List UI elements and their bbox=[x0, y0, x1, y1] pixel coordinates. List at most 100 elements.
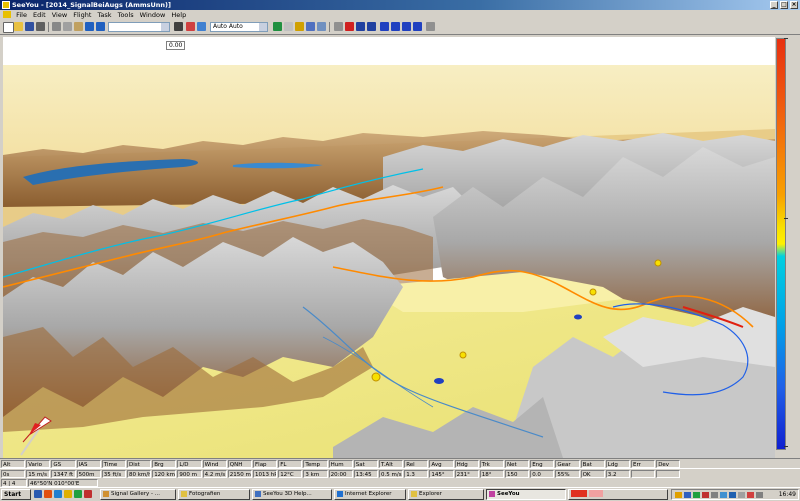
status-label-cell: FL bbox=[278, 460, 303, 468]
start-button[interactable]: Start bbox=[1, 489, 31, 500]
marker-icon[interactable] bbox=[186, 22, 195, 31]
menu-help[interactable]: Help bbox=[171, 11, 186, 19]
speed-icon[interactable] bbox=[426, 22, 435, 31]
turnpoint-marker[interactable] bbox=[654, 259, 662, 267]
back-icon[interactable] bbox=[391, 22, 400, 31]
sun-icon[interactable] bbox=[295, 22, 304, 31]
status-label-cell: Net bbox=[505, 460, 530, 468]
zoom-out-icon[interactable] bbox=[96, 22, 105, 31]
status-label-cell: Rel bbox=[404, 460, 429, 468]
status-value-cell: 13:45 bbox=[353, 470, 378, 478]
status-value-cell: 0.0 bbox=[530, 470, 555, 478]
rewind-icon[interactable] bbox=[334, 22, 343, 31]
app-icon[interactable] bbox=[2, 1, 10, 9]
step-back-icon[interactable] bbox=[380, 22, 389, 31]
zoom-combo[interactable] bbox=[108, 22, 170, 32]
new-icon[interactable] bbox=[3, 22, 14, 33]
play-icon[interactable] bbox=[402, 22, 411, 31]
status-label-cell: Sat bbox=[353, 460, 378, 468]
task-explorer[interactable]: Explorer bbox=[408, 489, 484, 500]
browser-icon[interactable] bbox=[54, 490, 62, 498]
status-value-cell: 120 km/h bbox=[152, 470, 177, 478]
arrow-tool-icon[interactable] bbox=[174, 22, 183, 31]
pause-icon[interactable] bbox=[356, 22, 365, 31]
record-icon[interactable] bbox=[345, 22, 354, 31]
3d-viewport[interactable]: 0.00 bbox=[3, 37, 775, 458]
task-icon bbox=[255, 491, 261, 497]
seeyou-icon bbox=[489, 491, 495, 497]
task-slot[interactable] bbox=[568, 489, 668, 500]
tray-icon[interactable] bbox=[720, 492, 727, 498]
task-fotografien[interactable]: Fotografien bbox=[178, 489, 250, 500]
task-browser[interactable]: Internet Explorer bbox=[334, 489, 406, 500]
open-icon[interactable] bbox=[14, 22, 23, 31]
browser-icon bbox=[337, 491, 343, 497]
tray-icon[interactable] bbox=[747, 492, 754, 498]
tray-icon[interactable] bbox=[711, 492, 718, 498]
turnpoint-marker[interactable] bbox=[459, 351, 467, 359]
airport-marker[interactable] bbox=[574, 314, 582, 320]
camera-icon[interactable] bbox=[306, 22, 315, 31]
desktop-icon[interactable] bbox=[34, 490, 42, 498]
nav-counter[interactable]: 4 | 4 bbox=[1, 479, 27, 487]
maximize-button[interactable]: □ bbox=[780, 1, 788, 9]
cut-icon[interactable] bbox=[52, 22, 61, 31]
tray-icon[interactable] bbox=[693, 492, 700, 498]
task-help[interactable]: SeeYou 3D Help... bbox=[252, 489, 332, 500]
status-label-cell: Dev bbox=[656, 460, 681, 468]
print-icon[interactable] bbox=[36, 22, 45, 31]
clock[interactable]: 16:49 bbox=[779, 490, 796, 499]
menu-tools[interactable]: Tools bbox=[118, 11, 134, 19]
status-value-cell: 1.3 bbox=[404, 470, 429, 478]
volume-icon[interactable] bbox=[756, 492, 763, 498]
status-value-cell: 3 km bbox=[303, 470, 328, 478]
airport-marker[interactable] bbox=[434, 378, 444, 384]
turnpoint-marker[interactable] bbox=[371, 372, 381, 382]
zoom-in-icon[interactable] bbox=[85, 22, 94, 31]
menu-window[interactable]: Window bbox=[140, 11, 166, 19]
task-seeyou[interactable]: SeeYou bbox=[486, 489, 566, 500]
menu-task[interactable]: Task bbox=[97, 11, 111, 19]
folder-icon[interactable] bbox=[64, 490, 72, 498]
minimize-button[interactable]: _ bbox=[770, 1, 778, 9]
quick-launch-icon[interactable] bbox=[44, 490, 52, 498]
status-label-cell: Wind bbox=[202, 460, 227, 468]
doc-icon[interactable] bbox=[3, 11, 11, 18]
glider-icon[interactable] bbox=[197, 22, 206, 31]
title-bar: SeeYou - [2014_SignalBeiAugs (AmmsUnn)] … bbox=[0, 0, 800, 10]
menu-view[interactable]: View bbox=[52, 11, 67, 19]
scale-tick bbox=[784, 38, 788, 39]
status-label-cell: Hdg bbox=[454, 460, 479, 468]
network-icon[interactable] bbox=[729, 492, 736, 498]
folder-icon bbox=[411, 491, 417, 497]
app-icon[interactable] bbox=[74, 490, 82, 498]
map-icon[interactable] bbox=[273, 22, 282, 31]
folder-icon bbox=[181, 491, 187, 497]
menu-edit[interactable]: Edit bbox=[33, 11, 46, 19]
step-forward-icon[interactable] bbox=[413, 22, 422, 31]
turnpoint-marker[interactable] bbox=[589, 288, 597, 296]
mode-combo[interactable]: Auto Auto bbox=[210, 22, 268, 32]
status-label-cell: Brg bbox=[152, 460, 177, 468]
status-label-cell: T.Alt bbox=[379, 460, 404, 468]
stop-icon[interactable] bbox=[367, 22, 376, 31]
task-signal-gallery[interactable]: Signal Gallery - ... bbox=[100, 489, 176, 500]
menu-flight[interactable]: Flight bbox=[73, 11, 91, 19]
grid-icon[interactable] bbox=[284, 22, 293, 31]
app-icon[interactable] bbox=[84, 490, 92, 498]
toolbar-separator bbox=[48, 22, 49, 32]
tray-icon[interactable] bbox=[675, 492, 682, 498]
terrain-scene bbox=[3, 37, 775, 458]
menu-file[interactable]: File bbox=[16, 11, 27, 19]
tray-icon[interactable] bbox=[738, 492, 745, 498]
copy-icon[interactable] bbox=[63, 22, 72, 31]
close-button[interactable]: × bbox=[790, 1, 798, 9]
view3d-icon[interactable] bbox=[317, 22, 326, 31]
save-icon[interactable] bbox=[25, 22, 34, 31]
status-label-cell: Avg bbox=[429, 460, 454, 468]
tray-icon[interactable] bbox=[702, 492, 709, 498]
paste-icon[interactable] bbox=[74, 22, 83, 31]
tray-icon[interactable] bbox=[684, 492, 691, 498]
status-value-cell: 18° bbox=[479, 470, 504, 478]
status-label-cell: Gear bbox=[555, 460, 580, 468]
